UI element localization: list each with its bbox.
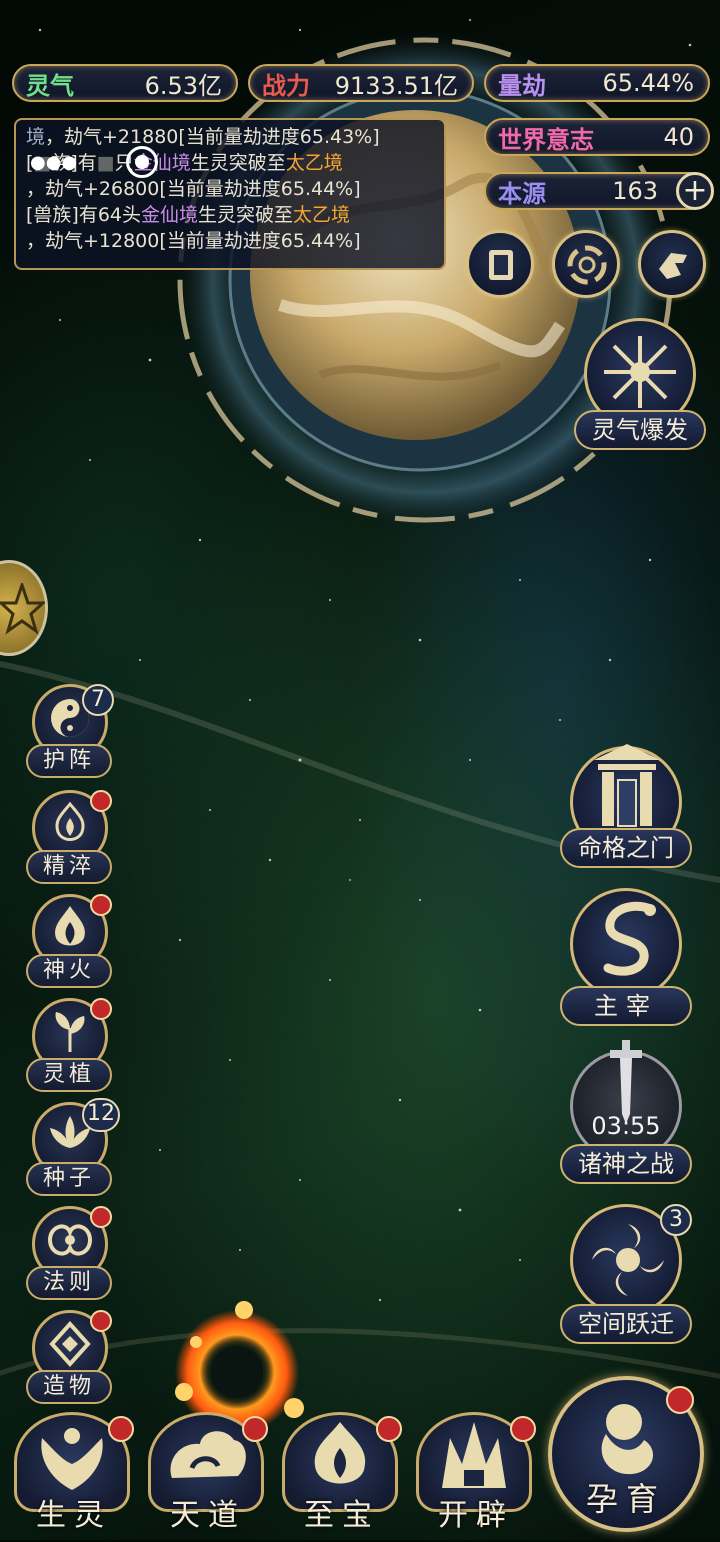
law-button[interactable]: 法则 xyxy=(26,1206,116,1306)
gods-war-label: 诸神之战 xyxy=(560,1144,692,1184)
master-button[interactable]: 主宰 xyxy=(560,888,692,1028)
law-label: 法则 xyxy=(26,1266,112,1300)
starburst-icon xyxy=(604,336,676,408)
spirit-plant-alert-dot xyxy=(90,998,112,1020)
record-toggle-icon[interactable] xyxy=(126,146,158,178)
more-dots-icon[interactable]: ●●● xyxy=(30,150,77,176)
guard-array-button[interactable]: 护阵 7 xyxy=(26,684,116,784)
planet-world[interactable] xyxy=(170,25,700,545)
swirl-portal-icon xyxy=(567,245,607,285)
pentagram-icon xyxy=(0,583,45,635)
treasure-label: 至宝 xyxy=(304,1498,380,1533)
living-beings-button[interactable]: 生灵 xyxy=(10,1412,134,1542)
add-origin-button[interactable]: + xyxy=(676,172,714,210)
world-will-value: 40 xyxy=(663,123,694,151)
creation-alert-dot xyxy=(90,1310,112,1332)
flame-orb-icon xyxy=(55,801,85,841)
creation-label: 造物 xyxy=(26,1370,112,1404)
world-will-stat[interactable]: 世界意志 40 xyxy=(484,118,710,156)
heaven-dao-button[interactable]: 天道 xyxy=(144,1412,268,1542)
living-beings-alert-dot xyxy=(108,1416,134,1442)
refine-label: 精淬 xyxy=(26,850,112,884)
event-log[interactable]: 境，劫气+21880[当前量劫进度65.43%] [■族]有■只金仙境生灵突破至… xyxy=(14,118,446,270)
cloud-swirl-icon xyxy=(170,1431,246,1478)
world-will-label: 世界意志 xyxy=(498,124,594,154)
seed-badge: 12 xyxy=(82,1098,120,1132)
divine-fire-button[interactable]: 神火 xyxy=(26,894,116,994)
log-line: ，劫气+12800[当前量劫进度65.44%] xyxy=(26,230,361,252)
open-realm-button[interactable]: 开辟 xyxy=(412,1412,536,1542)
card-icon xyxy=(489,250,513,280)
hand-icon xyxy=(659,253,687,279)
spirit-plant-label: 灵植 xyxy=(26,1058,112,1092)
lingqi-stat[interactable]: 灵气 6.53亿 xyxy=(12,64,238,102)
space-jump-badge: 3 xyxy=(660,1204,692,1236)
spirit-burst-label: 灵气爆发 xyxy=(574,410,706,450)
treasure-flame-icon xyxy=(314,1422,366,1484)
vortex-icon xyxy=(592,1224,664,1296)
phoenix-icon xyxy=(41,1428,103,1490)
log-line: ，劫气+26800[当前量劫进度65.44%] xyxy=(26,178,361,200)
divine-fire-label: 神火 xyxy=(26,954,112,988)
spike-crown-icon xyxy=(442,1422,506,1488)
space-jump-label: 空间跃迁 xyxy=(560,1304,692,1344)
calamity-stat[interactable]: 量劫 65.44% xyxy=(484,64,710,102)
seed-label: 种子 xyxy=(26,1162,112,1196)
origin-value: 163 xyxy=(612,177,658,205)
law-alert-dot xyxy=(90,1206,112,1228)
lingqi-label: 灵气 xyxy=(26,70,74,100)
treasure-button[interactable]: 至宝 xyxy=(278,1412,402,1542)
embryo-icon xyxy=(601,1404,654,1475)
open-realm-label: 开辟 xyxy=(438,1498,514,1533)
incubate-label: 孕育 xyxy=(585,1480,666,1518)
space-jump-button[interactable]: 3 空间跃迁 xyxy=(560,1204,692,1350)
gate-icon xyxy=(594,744,660,827)
rune-icon xyxy=(47,1224,93,1256)
seed-button[interactable]: 种子 12 xyxy=(26,1098,120,1202)
fate-gate-label: 命格之门 xyxy=(560,828,692,868)
gods-war-button[interactable]: 03:55 诸神之战 xyxy=(560,1040,692,1186)
origin-label: 本源 xyxy=(498,178,546,208)
master-label: 主宰 xyxy=(560,986,692,1026)
incubate-button[interactable]: 孕育 xyxy=(548,1376,708,1532)
spirit-burst-button[interactable]: 灵气爆发 xyxy=(574,318,706,450)
living-beings-label: 生灵 xyxy=(36,1498,112,1533)
portal-button[interactable] xyxy=(552,230,620,298)
fire-icon xyxy=(55,906,85,946)
log-line: 境，劫气+21880[当前量劫进度65.43%] xyxy=(26,126,380,148)
log-line: [■族]有■只金仙境生灵突破至太乙境 ●●● xyxy=(26,146,434,178)
plant-icon xyxy=(55,1012,85,1052)
fate-gate-button[interactable]: 命格之门 xyxy=(560,734,692,870)
combat-power-stat[interactable]: 战力 9133.51亿 xyxy=(248,64,474,102)
diamond-icon xyxy=(49,1321,91,1367)
heaven-dao-alert-dot xyxy=(242,1416,268,1442)
pentagram-button[interactable] xyxy=(0,560,48,656)
log-line: [兽族]有64头金仙境生灵突破至太乙境 xyxy=(26,204,351,226)
guard-array-badge: 7 xyxy=(82,684,114,716)
open-realm-alert-dot xyxy=(510,1416,536,1442)
refine-alert-dot xyxy=(90,790,112,812)
combat-power-label: 战力 xyxy=(262,70,310,100)
lingqi-value: 6.53亿 xyxy=(144,71,222,100)
incubate-alert-dot xyxy=(666,1386,694,1414)
creation-button[interactable]: 造物 xyxy=(26,1310,116,1410)
calamity-label: 量劫 xyxy=(498,70,546,100)
gods-war-timer: 03:55 xyxy=(591,1112,661,1140)
dragon-icon xyxy=(603,901,656,976)
guard-array-label: 护阵 xyxy=(26,744,112,778)
calamity-value: 65.44% xyxy=(602,69,694,97)
card-button[interactable] xyxy=(466,230,534,298)
hand-button[interactable] xyxy=(638,230,706,298)
treasure-alert-dot xyxy=(376,1416,402,1442)
refine-button[interactable]: 精淬 xyxy=(26,790,116,890)
heaven-dao-label: 天道 xyxy=(170,1498,246,1533)
combat-power-value: 9133.51亿 xyxy=(334,71,458,100)
spirit-plant-button[interactable]: 灵植 xyxy=(26,998,116,1098)
divine-fire-alert-dot xyxy=(90,894,112,916)
